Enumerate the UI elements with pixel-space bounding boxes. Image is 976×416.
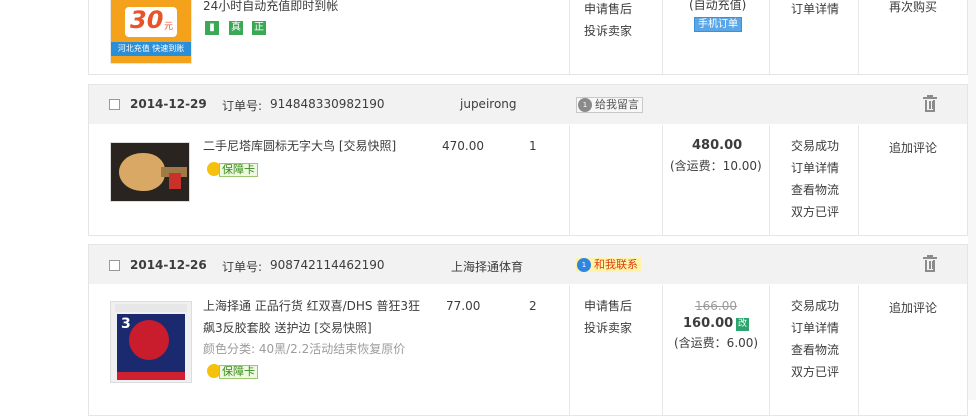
tag-real: 真: [229, 21, 243, 35]
original-price: 166.00: [695, 299, 737, 313]
divider: [662, 285, 663, 415]
complain-seller-link[interactable]: 投诉卖家: [584, 20, 632, 42]
trade-success-status: 交易成功: [791, 139, 840, 153]
complain-seller-link[interactable]: 投诉卖家: [584, 317, 632, 339]
divider: [662, 0, 663, 74]
order-total: 160.00: [683, 316, 734, 331]
guarantee-label: 保障卡: [219, 365, 258, 379]
after-sale-links: 申请售后 投诉卖家: [584, 0, 632, 42]
quantity: 2: [529, 299, 537, 313]
order-number: 908742114462190: [270, 258, 385, 272]
status-links: 交易成功 订单详情 查看物流 双方已评: [791, 135, 839, 223]
order-status: (自动充值): [689, 0, 747, 12]
view-logistics-link[interactable]: 查看物流: [791, 179, 839, 201]
tag-genuine: 正: [252, 21, 266, 35]
add-review-link[interactable]: 追加评论: [889, 139, 937, 156]
order-total: 480.00: [692, 138, 743, 153]
scrollbar[interactable]: [968, 0, 976, 400]
message-icon: 1: [578, 98, 592, 112]
guarantee-label: 保障卡: [219, 163, 258, 177]
message-icon: 1: [577, 258, 591, 272]
product-title-link[interactable]: 二手尼塔库圆标无字大鸟 [交易快照]: [203, 135, 396, 157]
add-review-link[interactable]: 追加评论: [889, 299, 937, 316]
divider: [769, 285, 770, 415]
order-detail-link[interactable]: 订单详情: [791, 317, 839, 339]
product-desc[interactable]: 24小时自动充值即时到帐: [203, 0, 338, 14]
status-links: 交易成功 订单详情 查看物流 双方已评: [791, 295, 839, 383]
product-title-line: 上海择通 正品行货 红双喜/DHS 普狂3狂: [203, 299, 421, 313]
order-number-label: 订单号:: [222, 99, 263, 113]
both-reviewed-link[interactable]: 双方已评: [791, 201, 839, 223]
shipping-fee: (含运费：10.00): [670, 159, 762, 173]
divider: [569, 0, 570, 74]
product-thumbnail[interactable]: 3: [110, 301, 192, 383]
message-label: 给我留言: [595, 98, 639, 111]
phone-icon: ▮: [205, 21, 219, 35]
divider: [769, 125, 770, 235]
thumb-caption: 河北充值 快速到账: [111, 42, 191, 56]
seller-name[interactable]: 上海择通体育: [451, 258, 523, 275]
divider: [569, 125, 570, 235]
product-title-line: 飙3反胶套胶 送护边 [交易快照]: [203, 321, 372, 335]
shipping-fee: (含运费：6.00): [674, 336, 759, 350]
divider: [858, 0, 859, 74]
divider: [858, 125, 859, 235]
apply-after-sale-link[interactable]: 申请售后: [584, 295, 632, 317]
divider: [858, 285, 859, 415]
order-date: 2014-12-26: [130, 258, 207, 272]
message-label: 和我联系: [594, 258, 638, 271]
contact-me-button[interactable]: 1 和我联系: [576, 258, 641, 272]
thumb-amount: 30: [130, 6, 164, 34]
both-reviewed-link[interactable]: 双方已评: [791, 361, 839, 383]
order-number-label: 订单号:: [222, 260, 263, 274]
order-number: 914848330982190: [270, 97, 385, 111]
product-title-link[interactable]: 上海择通 正品行货 红双喜/DHS 普狂3狂 飙3反胶套胶 送护边 [交易快照]: [203, 295, 433, 339]
order-links: 订单详情: [791, 0, 839, 20]
order-date: 2014-12-29: [130, 97, 207, 111]
unit-price: 77.00: [446, 299, 481, 313]
order-detail-link[interactable]: 订单详情: [791, 0, 839, 20]
thumb-unit: 元: [164, 22, 174, 32]
product-sku: 颜色分类: 40黑/2.2活动结束恢复原价: [203, 342, 406, 356]
trash-icon[interactable]: [923, 95, 937, 112]
divider: [569, 285, 570, 415]
buy-again-link[interactable]: 再次购买: [889, 0, 937, 15]
divider: [662, 125, 663, 235]
apply-after-sale-link[interactable]: 申请售后: [584, 0, 632, 20]
order-checkbox[interactable]: [109, 260, 120, 271]
view-logistics-link[interactable]: 查看物流: [791, 339, 839, 361]
order-header: [89, 85, 967, 124]
trade-success-status: 交易成功: [791, 299, 840, 313]
trash-icon[interactable]: [923, 255, 937, 272]
after-sale-links: 申请售后 投诉卖家: [584, 295, 632, 339]
price-changed-badge: 改: [736, 318, 749, 331]
leave-message-button[interactable]: 1 给我留言: [576, 97, 643, 113]
divider: [769, 0, 770, 74]
quantity: 1: [529, 139, 537, 153]
seller-name[interactable]: jupeirong: [460, 97, 517, 111]
order-checkbox[interactable]: [109, 99, 120, 110]
order-detail-link[interactable]: 订单详情: [791, 157, 839, 179]
mobile-order-badge: 手机订单: [694, 17, 742, 32]
product-thumbnail[interactable]: 30 元 河北充值 快速到账: [110, 0, 192, 64]
product-thumbnail[interactable]: [110, 142, 190, 202]
unit-price: 470.00: [442, 139, 484, 153]
order-header: [89, 245, 967, 284]
